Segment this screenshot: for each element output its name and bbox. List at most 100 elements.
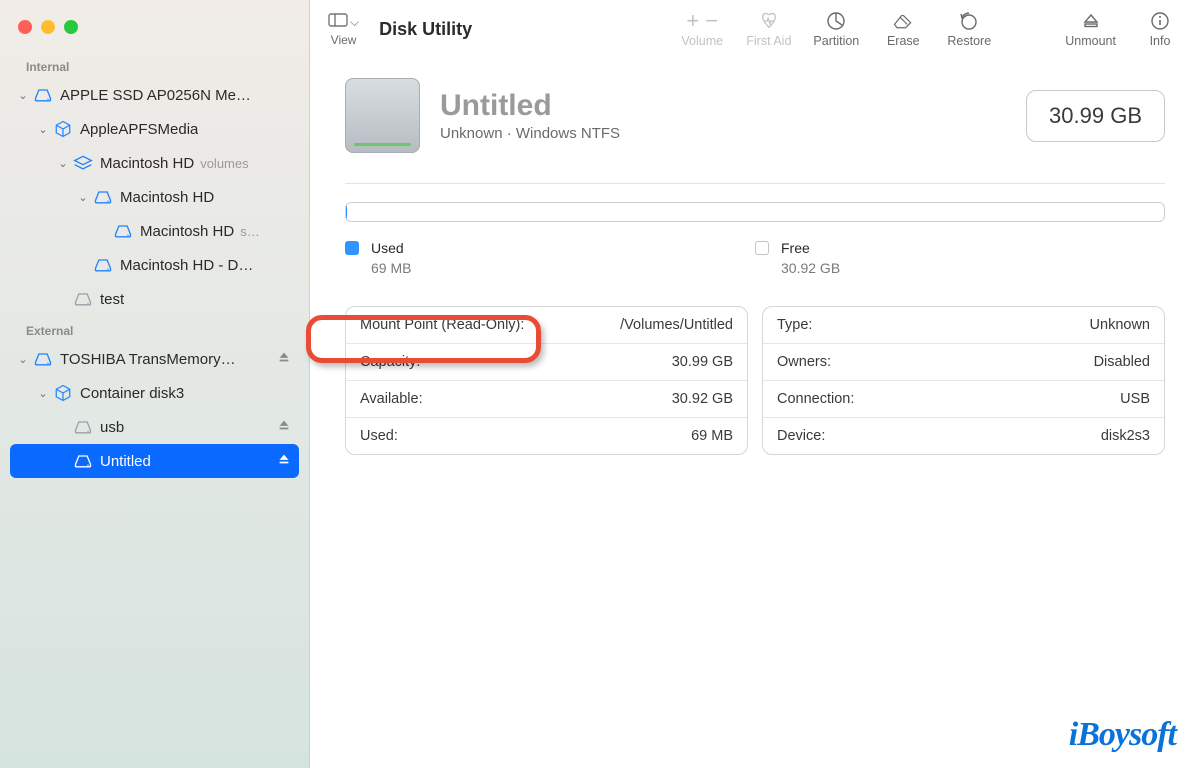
sidebar-item[interactable]: Macintosh HD - D…	[10, 248, 299, 282]
sidebar-item[interactable]: ⌄ Container disk3	[10, 376, 299, 410]
info-row: Owners: Disabled	[763, 344, 1164, 381]
volume-header: Untitled Unknown · Windows NTFS 30.99 GB	[345, 78, 1165, 153]
usage-bar	[345, 202, 1165, 222]
info-row-value: /Volumes/Untitled	[620, 317, 733, 333]
used-label: Used	[371, 240, 404, 256]
info-row-key: Connection:	[777, 391, 854, 407]
cube-icon	[52, 119, 74, 139]
info-row-value: Unknown	[1090, 317, 1150, 333]
info-row-value: 30.99 GB	[672, 354, 733, 370]
toolbar-restore-button[interactable]: Restore	[947, 10, 991, 48]
free-swatch	[755, 241, 769, 255]
toolbar-item-label: Unmount	[1065, 34, 1116, 48]
info-row: Connection: USB	[763, 381, 1164, 418]
sidebar-item-label: Macintosh HD - D…	[120, 257, 253, 274]
disk-icon	[92, 187, 114, 207]
close-window-button[interactable]	[18, 20, 32, 34]
eject-icon[interactable]	[277, 418, 291, 436]
info-row: Type: Unknown	[763, 307, 1164, 344]
info-row-key: Device:	[777, 428, 825, 444]
toolbar: ⌵ View Disk Utility +−VolumeFirst AidPar…	[310, 0, 1200, 58]
fullscreen-window-button[interactable]	[64, 20, 78, 34]
sidebar-item-label: Macintosh HD	[140, 223, 234, 240]
info-row-value: USB	[1120, 391, 1150, 407]
view-label: View	[331, 33, 357, 47]
disclosure-chevron-icon[interactable]: ⌄	[16, 353, 30, 366]
sidebar-item-suffix: volumes	[200, 156, 248, 171]
disclosure-chevron-icon[interactable]: ⌄	[56, 157, 70, 170]
sidebar-item-label: APPLE SSD AP0256N Me…	[60, 87, 251, 104]
toolbar-info-button[interactable]: Info	[1138, 10, 1182, 48]
watermark: iBoysoft	[1069, 716, 1176, 754]
app-title: Disk Utility	[379, 19, 472, 40]
toolbar-item-label: Info	[1150, 34, 1171, 48]
disclosure-chevron-icon[interactable]: ⌄	[36, 387, 50, 400]
sidebar-item[interactable]: ⌄AppleAPFSMedia	[10, 112, 299, 146]
sidebar-item[interactable]: ⌄ Macintosh HD	[10, 180, 299, 214]
erase-icon	[892, 10, 914, 32]
info-row: Available: 30.92 GB	[346, 381, 747, 418]
sidebar-item[interactable]: ⌄Macintosh HDvolumes	[10, 146, 299, 180]
info-row-value: 30.92 GB	[672, 391, 733, 407]
first-aid-icon	[758, 10, 780, 32]
toolbar-item-label: Volume	[681, 34, 723, 48]
sidebar-section-header: Internal	[10, 56, 299, 78]
used-value: 69 MB	[371, 260, 755, 276]
info-row-key: Capacity:	[360, 354, 420, 370]
toolbar-erase-button[interactable]: Erase	[881, 10, 925, 48]
usage-bar-used	[346, 203, 347, 221]
free-value: 30.92 GB	[781, 260, 1165, 276]
disk-icon	[72, 417, 94, 437]
sidebar-item-label: Container disk3	[80, 385, 184, 402]
partition-icon	[826, 10, 846, 32]
view-menu-button[interactable]: ⌵ View	[328, 12, 359, 47]
info-row-value: Disabled	[1094, 354, 1150, 370]
sidebar-item[interactable]: test	[10, 282, 299, 316]
sidebar-item[interactable]: ⌄ APPLE SSD AP0256N Me…	[10, 78, 299, 112]
usage-legend: Used 69 MB Free 30.92 GB	[345, 240, 1165, 276]
content-area: Untitled Unknown · Windows NTFS 30.99 GB…	[310, 58, 1200, 768]
cube-icon	[52, 383, 74, 403]
disk-icon	[72, 451, 94, 471]
eject-icon[interactable]	[277, 452, 291, 470]
toolbar-partition-button[interactable]: Partition	[813, 10, 859, 48]
eject-icon[interactable]	[277, 350, 291, 368]
sidebar-item[interactable]: Untitled	[10, 444, 299, 478]
info-grid: Mount Point (Read-Only): /Volumes/Untitle…	[345, 306, 1165, 455]
info-box-right: Type: Unknown Owners: Disabled Connection: US…	[762, 306, 1165, 455]
disclosure-chevron-icon[interactable]: ⌄	[76, 191, 90, 204]
disk-icon	[92, 255, 114, 275]
used-swatch	[345, 241, 359, 255]
toolbar-item-label: First Aid	[746, 34, 791, 48]
sidebar-item-label: usb	[100, 419, 124, 436]
disclosure-chevron-icon[interactable]: ⌄	[16, 89, 30, 102]
sidebar-item[interactable]: ⌄TOSHIBA TransMemory…	[10, 342, 299, 376]
toolbar-item-label: Restore	[947, 34, 991, 48]
sidebar-item-suffix: s…	[240, 224, 260, 239]
toolbar-unmount-button[interactable]: Unmount	[1065, 10, 1116, 48]
disk-icon	[112, 221, 134, 241]
info-row-value: 69 MB	[691, 428, 733, 444]
info-row-key: Used:	[360, 428, 398, 444]
toolbar-item-label: Erase	[887, 34, 920, 48]
info-row-key: Type:	[777, 317, 812, 333]
sidebar: Internal ⌄ APPLE SSD AP0256N Me… ⌄AppleAPFS…	[0, 0, 310, 768]
disk-icon	[72, 289, 94, 309]
chevron-down-icon: ⌵	[350, 15, 359, 30]
volume-name: Untitled	[440, 89, 620, 123]
info-row-key: Mount Point (Read-Only):	[360, 317, 524, 333]
sidebar-item-label: Macintosh HD	[120, 189, 214, 206]
minimize-window-button[interactable]	[41, 20, 55, 34]
layers-icon	[72, 153, 94, 173]
info-row-value: disk2s3	[1101, 428, 1150, 444]
sidebar-item[interactable]: usb	[10, 410, 299, 444]
info-row-key: Available:	[360, 391, 423, 407]
sidebar-item[interactable]: Macintosh HD s…	[10, 214, 299, 248]
info-row-key: Owners:	[777, 354, 831, 370]
sidebar-item-label: Untitled	[100, 453, 151, 470]
disclosure-chevron-icon[interactable]: ⌄	[36, 123, 50, 136]
sidebar-item-label: test	[100, 291, 124, 308]
info-row: Mount Point (Read-Only): /Volumes/Untitle…	[346, 307, 747, 344]
volume-size-badge: 30.99 GB	[1026, 90, 1165, 142]
info-row: Device: disk2s3	[763, 418, 1164, 454]
